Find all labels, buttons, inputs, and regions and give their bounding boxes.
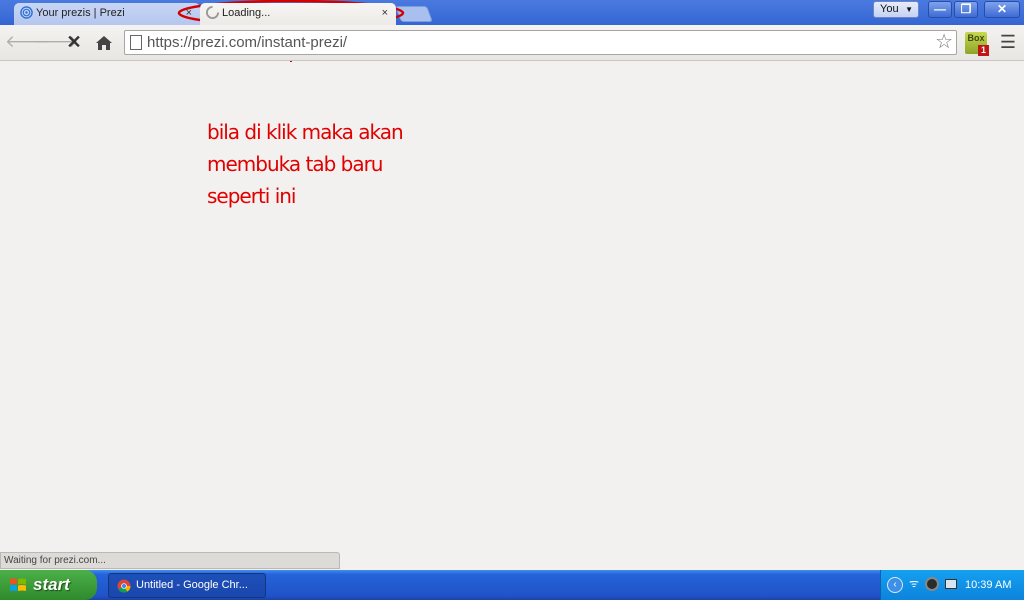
chrome-icon bbox=[117, 579, 131, 593]
stop-button[interactable]: ✕ bbox=[62, 31, 86, 55]
windows-logo-icon bbox=[10, 578, 26, 591]
home-icon bbox=[96, 36, 112, 50]
address-bar[interactable]: ☆ bbox=[124, 30, 957, 55]
tab-title: Loading... bbox=[222, 7, 271, 19]
network-icon[interactable]: ᯤ bbox=[909, 576, 919, 591]
back-button[interactable]: 🡐 bbox=[5, 31, 51, 55]
tab-loading[interactable]: Loading... × bbox=[200, 3, 396, 25]
annotation-text: bila di klik maka akan membuka tab baru … bbox=[207, 120, 404, 208]
stop-icon: ✕ bbox=[66, 32, 82, 52]
tab-close-icon[interactable]: × bbox=[382, 3, 388, 23]
page-content bbox=[0, 62, 1024, 552]
system-tray: ‹ ᯤ 10:39 AM bbox=[880, 570, 1024, 600]
forward-button[interactable]: 🡒 bbox=[33, 31, 79, 55]
browser-toolbar: 🡐 🡒 ✕ ☆ Box 1 ☰ bbox=[0, 25, 1024, 61]
taskbar-item-chrome[interactable]: Untitled - Google Chr... bbox=[108, 573, 266, 598]
taskbar: start Untitled - Google Chr... ‹ ᯤ 10:39… bbox=[0, 570, 1024, 600]
show-hidden-icons-icon[interactable]: ‹ bbox=[887, 577, 903, 593]
url-input[interactable] bbox=[147, 32, 927, 53]
status-bubble: Waiting for prezi.com... bbox=[0, 552, 340, 569]
spinner-icon bbox=[206, 6, 219, 19]
start-button[interactable]: start bbox=[0, 570, 97, 600]
speaker-icon[interactable] bbox=[925, 577, 939, 591]
taskbar-item-label: Untitled - Google Chr... bbox=[136, 579, 248, 591]
extension-badge: 1 bbox=[978, 45, 989, 56]
home-button[interactable] bbox=[92, 31, 116, 55]
bookmark-star-icon[interactable]: ☆ bbox=[935, 31, 953, 53]
monitor-icon[interactable] bbox=[945, 579, 957, 589]
start-label: start bbox=[33, 575, 70, 594]
page-icon bbox=[130, 35, 142, 50]
menu-icon[interactable]: ☰ bbox=[998, 33, 1018, 53]
clock[interactable]: 10:39 AM bbox=[965, 570, 1011, 600]
